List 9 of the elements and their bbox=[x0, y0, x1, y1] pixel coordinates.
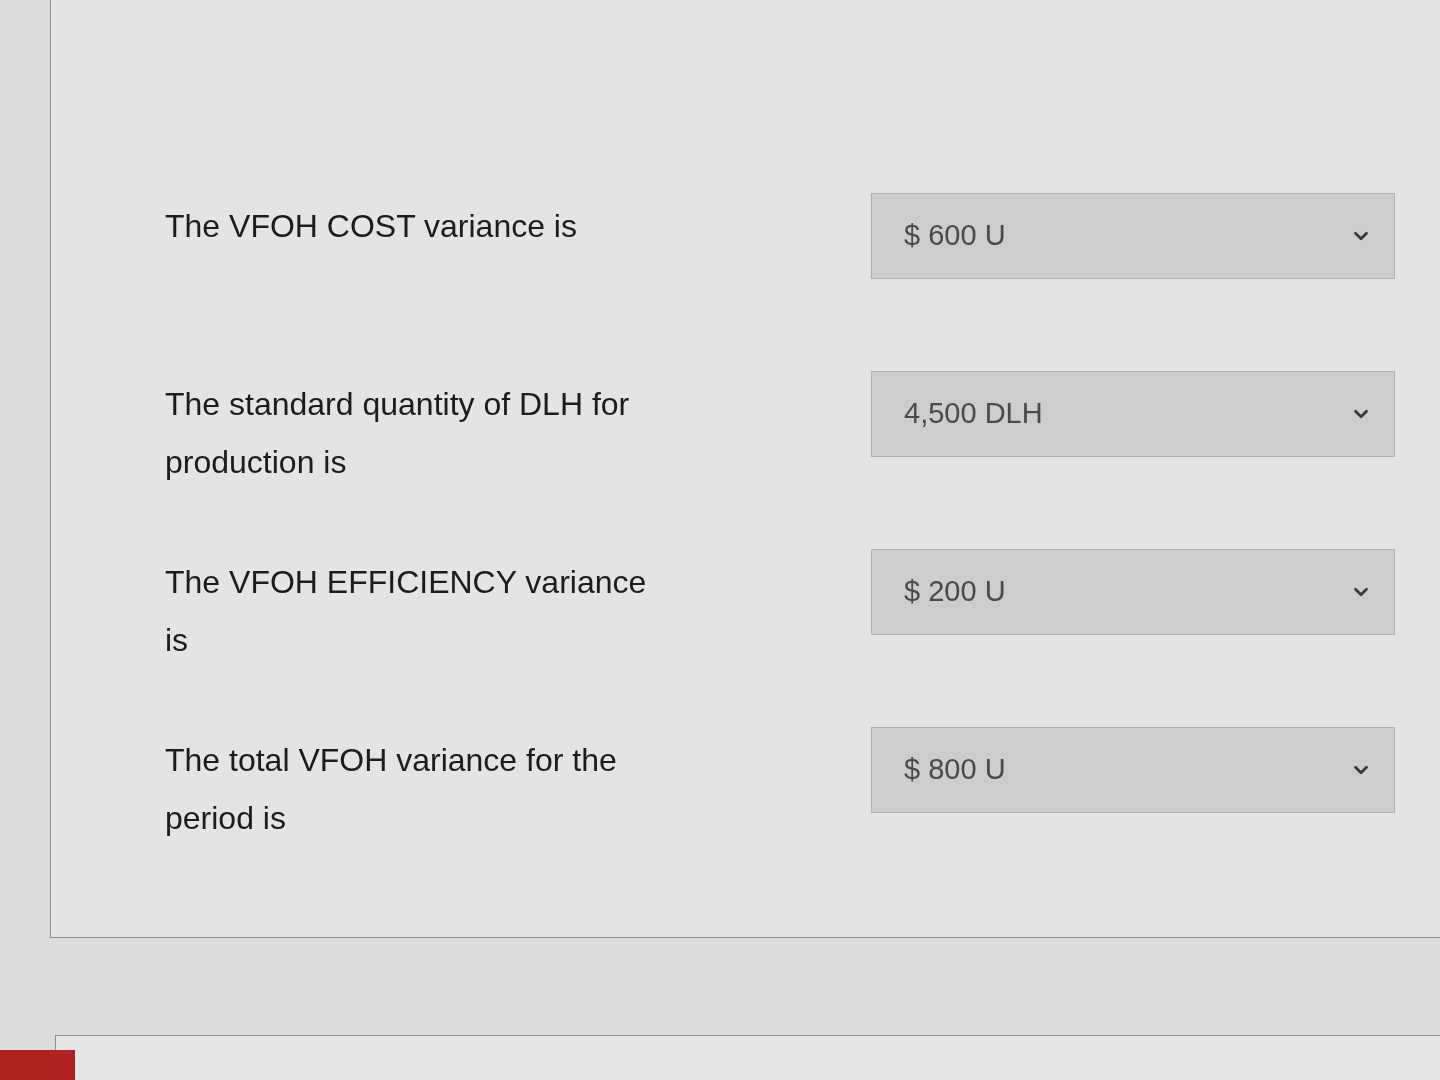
question-text: The VFOH EFFICIENCY variance is bbox=[165, 563, 648, 660]
answer-dropdown[interactable]: $ 600 U bbox=[871, 193, 1395, 279]
question-text: The standard quantity of DLH for production is bbox=[165, 385, 631, 482]
answer-dropdown[interactable]: 4,500 DLH bbox=[871, 371, 1395, 457]
answer-dropdown[interactable]: $ 800 U bbox=[871, 727, 1395, 813]
corner-tab[interactable] bbox=[0, 1050, 75, 1080]
question-text: The total VFOH variance for the period is bbox=[165, 741, 618, 838]
answer-dropdown[interactable]: $ 200 U bbox=[871, 549, 1395, 635]
question-text: The VFOH COST variance is bbox=[165, 207, 578, 246]
